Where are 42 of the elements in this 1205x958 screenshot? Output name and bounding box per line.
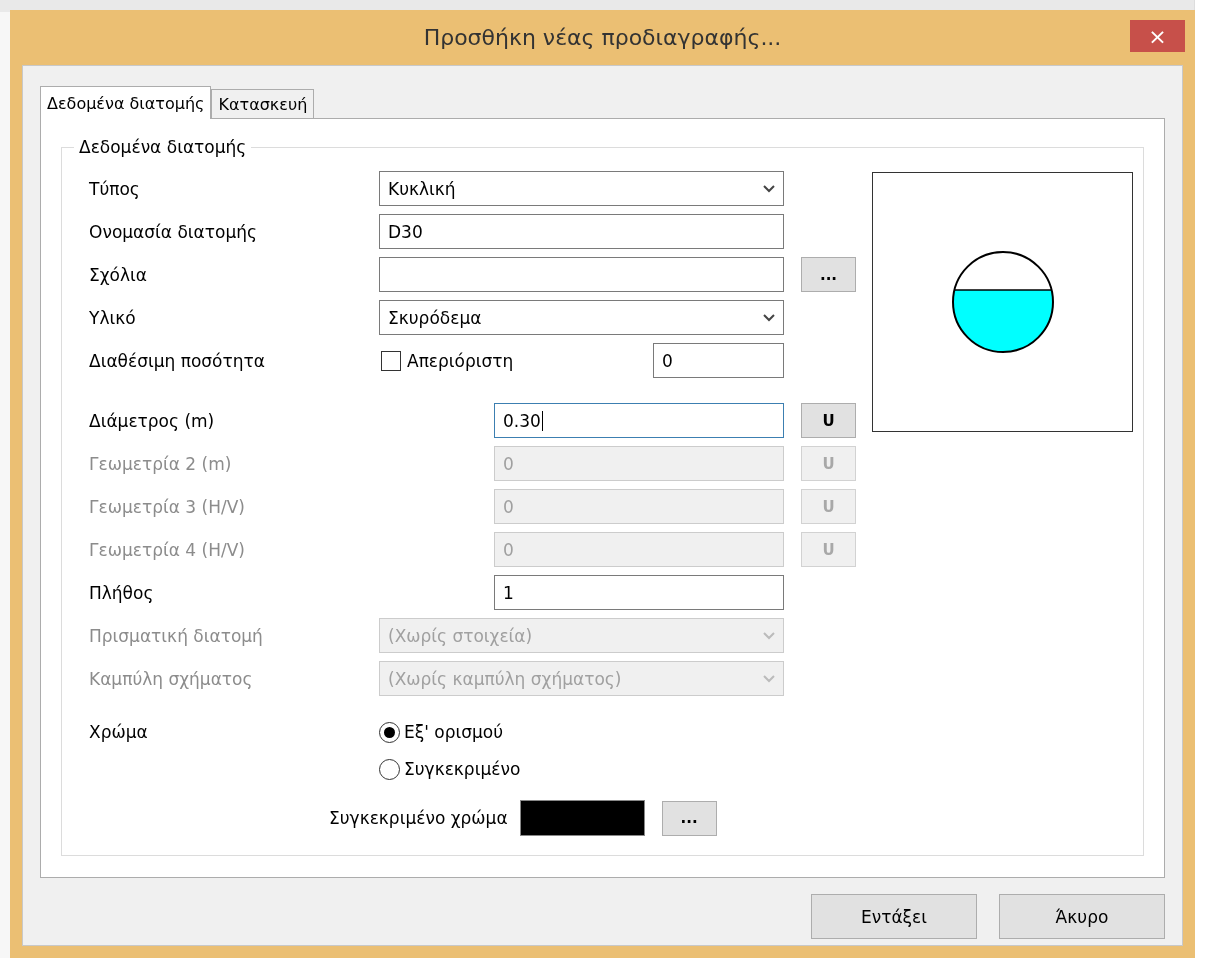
chevron-down-icon [763,674,775,683]
field-label: Υλικό [89,307,137,328]
group-title: Δεδομένα διατομής [78,137,248,157]
tab[interactable]: Δεδομένα διατομής [40,86,212,119]
field-label: Γεωμετρία 3 (H/V) [89,496,246,517]
dialog-button[interactable]: Άκυρο [999,894,1165,939]
field-label: Σχόλια [89,264,148,285]
field-label: Γεωμετρία 4 (H/V) [89,539,246,560]
text-field[interactable]: 1 [494,575,784,610]
field-label: Πρισματική διατομή [89,625,264,646]
chevron-down-icon [763,184,775,193]
radio-button[interactable] [379,758,400,780]
field-label: Γεωμετρία 2 (m) [89,453,233,474]
checkbox-label: Απεριόριστη [407,350,515,371]
dropdown[interactable]: Σκυρόδεμα [379,300,784,335]
number-field[interactable]: 0 [653,343,784,378]
color-swatch[interactable] [519,800,645,836]
browse-button[interactable]: ... [661,800,717,836]
number-field[interactable]: 0.30 [494,403,784,438]
field-label: Ονομασία διατομής [89,221,258,242]
tab[interactable]: Κατασκευή [211,89,315,118]
text-field[interactable]: D30 [379,214,784,249]
field-label: Χρώμα [89,721,149,742]
field-label: Διάμετρος (m) [89,410,216,431]
radio-button[interactable] [379,721,400,743]
field-label: Καμπύλη σχήματος [89,668,254,689]
chevron-down-icon [763,631,775,640]
field-label: Διαθέσιμη ποσότητα [89,350,266,371]
close-button[interactable]: × [1130,20,1185,52]
radio-label: Εξ' ορισμού [404,722,504,742]
radio-label: Συγκεκριμένο [404,759,521,779]
field-label: Συγκεκριμένο χρώμα [329,808,508,828]
chevron-down-icon [763,313,775,322]
field-label: Πλήθος [89,582,155,603]
dialog-button[interactable]: Εντάξει [811,894,977,939]
field-label: Τύπος [89,178,141,199]
window-title: Προσθήκη νέας προδιαγραφής... [423,25,782,50]
text-field[interactable] [379,257,784,292]
unit-button[interactable]: U [801,403,856,438]
checkbox[interactable] [381,350,401,371]
browse-button[interactable]: ... [801,257,856,292]
dropdown[interactable]: Κυκλική [379,171,784,206]
